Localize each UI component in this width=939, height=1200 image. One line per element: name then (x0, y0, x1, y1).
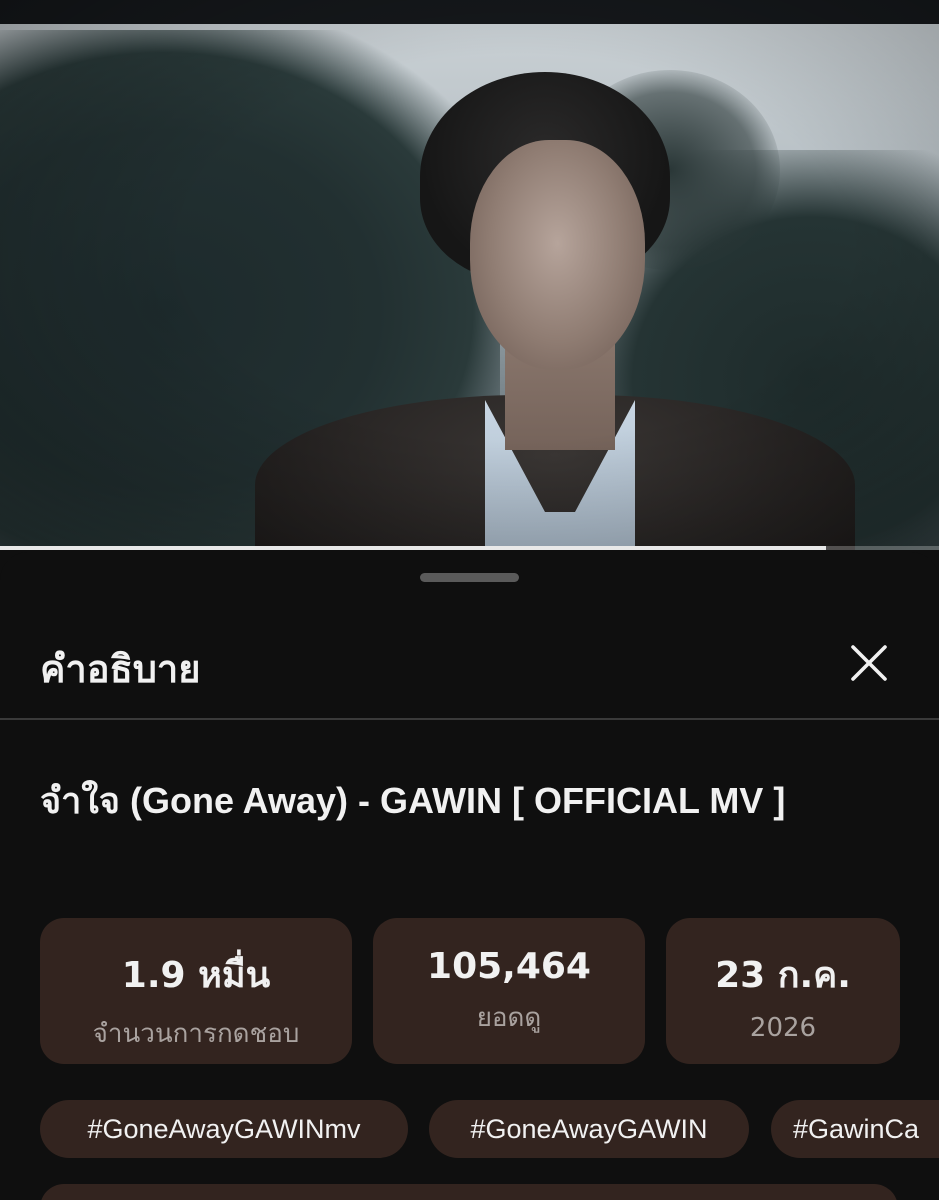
sheet-divider (0, 718, 939, 720)
hashtag-chip[interactable]: #GawinCa (771, 1100, 939, 1158)
upload-year: 2026 (749, 1013, 817, 1043)
hashtag-chip[interactable]: #GoneAwayGAWINmv (40, 1100, 408, 1158)
video-title: จำใจ (Gone Away) - GAWIN [ OFFICIAL MV ] (40, 780, 786, 821)
views-stat: 105,464 ยอดดู (373, 918, 645, 1064)
description-sheet: คำอธิบาย จำใจ (Gone Away) - GAWIN [ OFFI… (0, 552, 939, 1200)
video-progress-fill (0, 546, 827, 550)
views-count: 105,464 (427, 946, 591, 987)
sheet-title: คำอธิบาย (40, 647, 201, 691)
hashtag-chip[interactable]: #GoneAwayGAWIN (429, 1100, 749, 1158)
close-icon (851, 645, 887, 681)
likes-label: จำนวนการกดชอบ (92, 1019, 300, 1049)
video-frame-vignette (0, 0, 939, 550)
video-progress-bar[interactable] (0, 546, 939, 550)
close-button[interactable] (840, 634, 898, 692)
likes-count: 1.9 หมื่น (121, 955, 271, 996)
video-player[interactable] (0, 0, 939, 550)
upload-date-stat: 23 ก.ค. 2026 (666, 918, 900, 1064)
likes-stat: 1.9 หมื่น จำนวนการกดชอบ (40, 918, 352, 1064)
next-content-card (40, 1184, 898, 1200)
upload-date: 23 ก.ค. (715, 955, 851, 996)
page: คำอธิบาย จำใจ (Gone Away) - GAWIN [ OFFI… (0, 0, 939, 1200)
views-label: ยอดดู (476, 1003, 542, 1033)
sheet-drag-handle[interactable] (420, 573, 519, 582)
